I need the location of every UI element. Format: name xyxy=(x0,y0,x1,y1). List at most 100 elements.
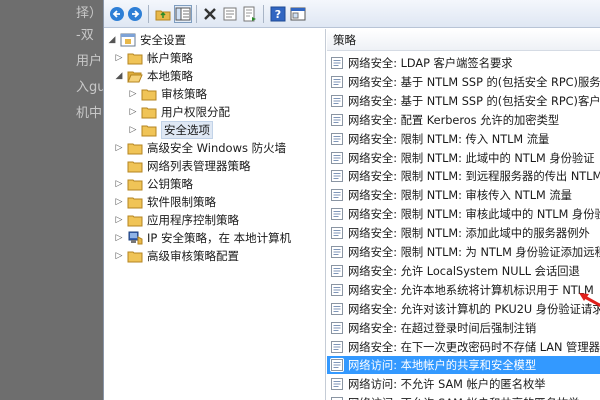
folder-icon xyxy=(127,51,143,65)
tree-item-app-control[interactable]: ▷ 应用程序控制策略 xyxy=(114,211,239,229)
background-document: 择） -双 用户 入gu 机中 xyxy=(0,0,103,400)
tree-item-root[interactable]: ◢ 安全设置 xyxy=(107,31,186,49)
policy-row[interactable]: 网络安全: 基于 NTLM SSP 的(包括安全 RPC)服务器的 xyxy=(327,73,600,91)
policy-row[interactable]: 网络安全: 基于 NTLM SSP 的(包括安全 RPC)客户端的 xyxy=(327,92,600,110)
policy-row[interactable]: 网络访问: 本地帐户的共享和安全模型 xyxy=(327,356,600,375)
policy-row[interactable]: 网络安全: LDAP 客户端签名要求 xyxy=(327,54,600,72)
policy-name: 网络安全: 限制 NTLM: 审核此域中的 NTLM 身份验证 xyxy=(348,208,600,222)
policy-setting-icon xyxy=(330,94,344,108)
policy-row[interactable]: 网络安全: 限制 NTLM: 传入 NTLM 流量 xyxy=(327,130,600,148)
policy-setting-icon xyxy=(330,75,344,89)
tree-item-security-options[interactable]: ▷ 安全选项 xyxy=(128,121,213,139)
expand-chevron-icon[interactable]: ▷ xyxy=(114,215,124,225)
policy-row[interactable]: 网络安全: 允许 LocalSystem NULL 会话回退 xyxy=(327,262,600,280)
expand-chevron-icon[interactable]: ▷ xyxy=(114,233,124,243)
policy-row[interactable]: 网络安全: 允许本地系统将计算机标识用于 NTLM xyxy=(327,281,600,299)
expand-chevron-icon[interactable]: ▷ xyxy=(114,179,124,189)
policy-setting-icon xyxy=(330,358,344,373)
tree-item-software-restriction[interactable]: ▷ 软件限制策略 xyxy=(114,193,216,211)
policy-name: 网络安全: 配置 Kerberos 允许的加密类型 xyxy=(348,113,560,127)
policy-setting-icon xyxy=(330,245,344,259)
forward-arrow-icon[interactable] xyxy=(126,5,144,23)
help-icon[interactable]: ? xyxy=(269,5,287,23)
security-settings-icon xyxy=(120,33,136,47)
folder-open-icon xyxy=(127,69,143,83)
local-security-policy-window: ? ◢ 安全设置 ▷ 帐户策略 ◢ 本地策略 ▷ 审核策略 ▷ 用户权限分配 ▷… xyxy=(103,0,600,400)
policy-setting-icon xyxy=(330,321,344,335)
policy-row[interactable]: 网络安全: 限制 NTLM: 添加此域中的服务器例外 xyxy=(327,224,600,242)
policy-row[interactable]: 网络安全: 在超过登录时间后强制注销 xyxy=(327,319,600,337)
console-view-icon[interactable] xyxy=(289,5,307,23)
up-folder-icon[interactable] xyxy=(154,5,172,23)
policy-setting-icon xyxy=(330,283,344,297)
background-text: 入gu xyxy=(76,80,103,95)
collapse-chevron-icon[interactable]: ◢ xyxy=(114,71,124,81)
folder-icon xyxy=(127,195,143,209)
column-header-policy[interactable]: 策略 xyxy=(327,29,600,51)
policy-row[interactable]: 网络访问: 不允许 SAM 帐户和共享的匿名枚举 xyxy=(327,394,600,400)
policy-name: 网络安全: 限制 NTLM: 传入 NTLM 流量 xyxy=(348,132,550,146)
policy-name: 网络安全: 限制 NTLM: 为 NTLM 身份验证添加远程服 xyxy=(348,246,600,259)
policy-name: 网络访问: 不允许 SAM 帐户的匿名枚举 xyxy=(348,378,546,392)
policy-row[interactable]: 网络安全: 限制 NTLM: 审核传入 NTLM 流量 xyxy=(327,186,600,204)
tree-item-account-policies[interactable]: ▷ 帐户策略 xyxy=(114,49,193,67)
policy-name: 网络安全: 在超过登录时间后强制注销 xyxy=(348,321,537,335)
folder-icon xyxy=(127,249,143,263)
tree-item-ip-security[interactable]: ▷ IP 安全策略，在 本地计算机 xyxy=(114,229,292,247)
policy-setting-icon xyxy=(330,56,344,70)
policy-setting-icon xyxy=(330,302,344,316)
policy-setting-icon xyxy=(330,132,344,146)
delete-icon[interactable] xyxy=(201,5,219,23)
policy-setting-icon xyxy=(330,340,344,354)
folder-icon xyxy=(127,141,143,155)
policy-name: 网络安全: 允许 LocalSystem NULL 会话回退 xyxy=(348,264,580,278)
policy-name: 网络安全: 基于 NTLM SSP 的(包括安全 RPC)服务器的 xyxy=(348,75,600,89)
folder-icon xyxy=(127,177,143,191)
policy-setting-icon xyxy=(330,188,344,202)
expand-chevron-icon[interactable]: ▷ xyxy=(128,107,138,117)
policy-row[interactable]: 网络安全: 限制 NTLM: 此域中的 NTLM 身份验证 xyxy=(327,149,600,167)
export-list-icon[interactable] xyxy=(241,5,259,23)
expand-chevron-icon[interactable]: ▷ xyxy=(114,53,124,63)
policy-row[interactable]: 网络安全: 限制 NTLM: 审核此域中的 NTLM 身份验证 xyxy=(327,205,600,223)
policy-row[interactable]: 网络安全: 限制 NTLM: 为 NTLM 身份验证添加远程服 xyxy=(327,243,600,261)
policy-name: 网络安全: 限制 NTLM: 到远程服务器的传出 NTLM 流 xyxy=(348,170,600,184)
tree-item-audit-policy[interactable]: ▷ 审核策略 xyxy=(128,85,207,103)
properties-icon[interactable] xyxy=(221,5,239,23)
policy-row[interactable]: 网络安全: 配置 Kerberos 允许的加密类型 xyxy=(327,111,600,129)
policy-setting-icon xyxy=(330,113,344,127)
tree-item-public-key[interactable]: ▷ 公钥策略 xyxy=(114,175,193,193)
expand-chevron-icon[interactable]: ▷ xyxy=(114,197,124,207)
policy-name: 网络安全: 限制 NTLM: 添加此域中的服务器例外 xyxy=(348,227,590,241)
policy-name: 网络安全: 限制 NTLM: 审核传入 NTLM 流量 xyxy=(348,189,572,203)
policy-name: 网络安全: 在下一次更改密码时不存储 LAN 管理器哈希 xyxy=(348,340,600,354)
policy-name: 网络安全: 基于 NTLM SSP 的(包括安全 RPC)客户端的 xyxy=(348,94,600,108)
background-text: -双 xyxy=(76,28,94,43)
expand-chevron-icon[interactable]: ▷ xyxy=(114,143,124,153)
expand-chevron-icon[interactable]: ▷ xyxy=(114,251,124,261)
tree-item-advanced-audit[interactable]: ▷ 高级审核策略配置 xyxy=(114,247,239,265)
background-text: 机中 xyxy=(76,106,103,121)
tree-item-local-policies[interactable]: ◢ 本地策略 xyxy=(114,67,193,85)
tree-item-network-list-manager[interactable]: 网络列表管理器策略 xyxy=(114,157,251,175)
policy-row[interactable]: 网络安全: 在下一次更改密码时不存储 LAN 管理器哈希 xyxy=(327,338,600,356)
policy-setting-icon xyxy=(330,264,344,278)
expand-chevron-icon[interactable]: ▷ xyxy=(128,89,138,99)
folder-icon xyxy=(127,213,143,227)
policy-name: 网络安全: 限制 NTLM: 此域中的 NTLM 身份验证 xyxy=(348,151,595,165)
expand-chevron-icon[interactable]: ▷ xyxy=(128,125,138,135)
background-text: 择） xyxy=(76,6,103,21)
toolbar-separator xyxy=(148,5,149,23)
policy-setting-icon xyxy=(330,226,344,240)
tree-item-user-rights[interactable]: ▷ 用户权限分配 xyxy=(128,103,230,121)
toolbar: ? xyxy=(104,0,600,28)
tree-item-firewall[interactable]: ▷ 高级安全 Windows 防火墙 xyxy=(114,139,287,157)
back-arrow-icon[interactable] xyxy=(108,5,126,23)
show-hide-tree-icon[interactable] xyxy=(174,5,192,23)
policy-name: 网络安全: LDAP 客户端签名要求 xyxy=(348,57,513,70)
policy-row[interactable]: 网络访问: 不允许 SAM 帐户的匿名枚举 xyxy=(327,375,600,393)
policy-row[interactable]: 网络安全: 允许对该计算机的 PKU2U 身份验证请求使 xyxy=(327,300,600,318)
policy-row[interactable]: 网络安全: 限制 NTLM: 到远程服务器的传出 NTLM 流 xyxy=(327,167,600,185)
background-text: 用户 xyxy=(76,54,103,69)
collapse-chevron-icon[interactable]: ◢ xyxy=(107,35,117,45)
